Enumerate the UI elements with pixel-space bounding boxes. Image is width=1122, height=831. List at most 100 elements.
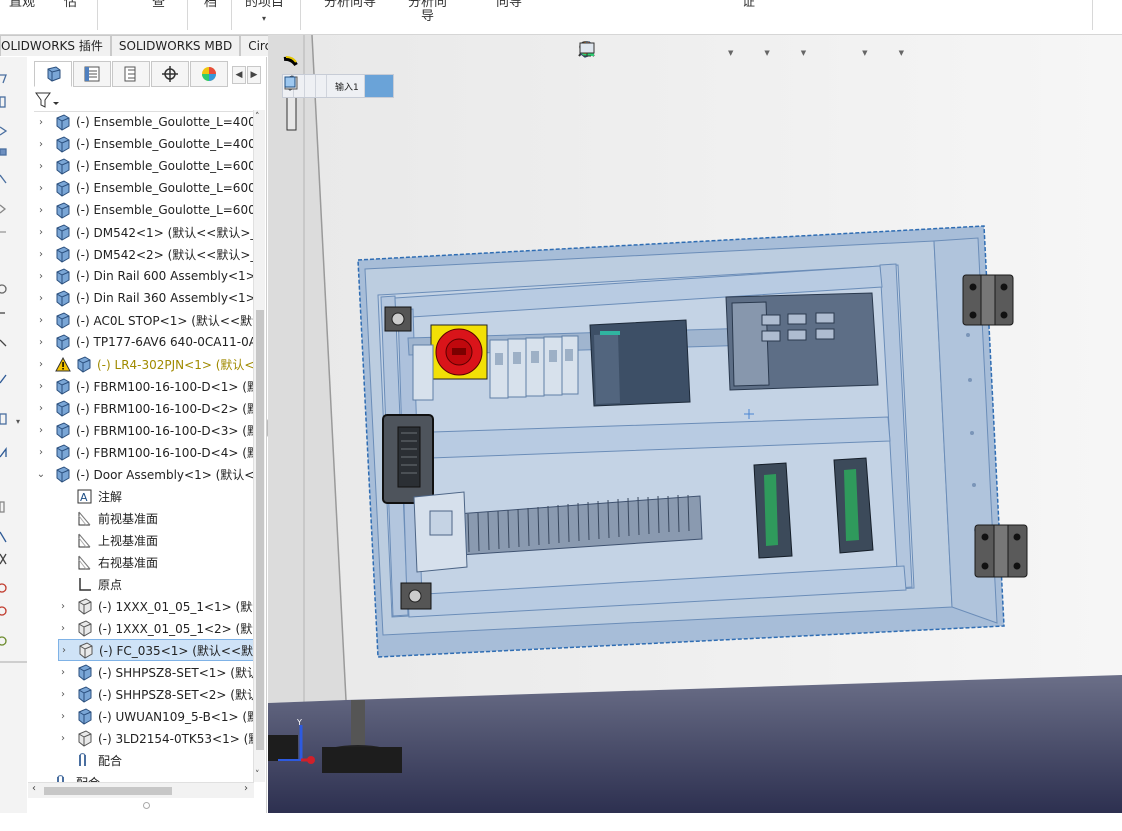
dropdown-arrow-icon[interactable]: ▼ [764, 49, 769, 57]
zoom-area-icon[interactable] [578, 41, 627, 64]
tree-item[interactable]: › (-) SHHPSZ8-SET<1> (默认 [58, 661, 254, 683]
ribbon-item[interactable]: 估 [64, 0, 77, 10]
expand-icon[interactable]: › [36, 139, 46, 150]
expand-icon[interactable]: › [36, 447, 46, 458]
tree-item[interactable]: › (-) FBRM100-16-100-D<2> (默 [36, 397, 254, 419]
tree-item[interactable]: › (-) 1XXX_01_05_1<1> (默认 [58, 595, 254, 617]
ribbon-item[interactable]: 档 [204, 0, 217, 10]
expand-icon[interactable]: › [58, 689, 68, 700]
previous-view-icon[interactable] [580, 42, 652, 64]
expand-icon[interactable]: › [36, 359, 46, 370]
tree-item[interactable]: › (-) Ensemble_Goulotte_L=600- [36, 199, 254, 221]
tree-item[interactable]: › (-) Din Rail 360 Assembly<1> [36, 287, 254, 309]
view-orientation-icon[interactable] [580, 41, 727, 64]
stepper-driver-1[interactable] [753, 462, 793, 559]
ribbon-item[interactable]: 向导 [496, 0, 522, 10]
collapse-icon[interactable]: ⌄ [36, 469, 46, 480]
expand-icon[interactable]: › [36, 249, 46, 260]
expand-icon[interactable]: › [58, 711, 68, 722]
graphics-viewport[interactable]: Y ▼ ▼ ▼ ▼ ▼ 输入1 [268, 35, 1122, 813]
model-view[interactable]: Y [268, 35, 1122, 813]
expand-icon[interactable]: › [36, 161, 46, 172]
expand-icon[interactable]: › [36, 337, 46, 348]
tab-solidworks-addins[interactable]: OLIDWORKS 插件 [0, 35, 111, 56]
tree-item[interactable]: › (-) FBRM100-16-100-D<3> (默 [36, 419, 254, 441]
breadcrumb-current[interactable] [284, 75, 393, 97]
left-toolbar-icons[interactable]: ▾ [0, 57, 27, 813]
ribbon-item[interactable]: 分析向导 [324, 0, 376, 10]
tree-horizontal-scrollbar[interactable]: ‹ › [28, 782, 254, 798]
expand-icon[interactable]: › [58, 733, 68, 744]
dropdown-arrow-icon[interactable]: ▼ [801, 49, 806, 57]
tree-item[interactable]: › (-) Ensemble_Goulotte_L=400- [36, 133, 254, 155]
expand-icon[interactable]: › [58, 623, 68, 634]
hinge-top[interactable] [962, 274, 1014, 326]
dropdown-arrow-icon[interactable]: ▼ [728, 49, 733, 57]
property-manager-tab[interactable] [73, 61, 111, 87]
tab-solidworks-mbd[interactable]: SOLIDWORKS MBD [110, 35, 241, 56]
tree-item[interactable]: ⌄ (-) Door Assembly<1> (默认< [36, 463, 254, 485]
expand-icon[interactable]: › [36, 183, 46, 194]
scroll-thumb[interactable] [44, 787, 172, 795]
stepper-driver-2[interactable] [833, 457, 874, 554]
section-view-icon[interactable] [580, 41, 677, 64]
tree-item[interactable]: › (-) Ensemble_Goulotte_L=600- [36, 155, 254, 177]
expand-icon[interactable]: › [36, 271, 46, 282]
tab-scroll-left-button[interactable]: ◀ [232, 66, 246, 84]
expand-icon[interactable]: › [36, 117, 46, 128]
view-settings-icon[interactable] [579, 42, 898, 64]
apply-scene-icon[interactable] [580, 42, 861, 64]
tree-vertical-scrollbar[interactable]: ˄ ˅ [253, 110, 265, 782]
expand-icon[interactable]: › [36, 293, 46, 304]
tab-scroll-right-button[interactable]: ▶ [247, 66, 261, 84]
tree-item[interactable]: 右视基准面 [58, 551, 158, 573]
expand-icon[interactable]: › [59, 645, 69, 656]
tree-item[interactable]: › (-) FC_035<1> (默认<<默认 [58, 639, 254, 661]
scroll-left-icon[interactable]: ‹ [32, 783, 36, 794]
expand-icon[interactable]: › [58, 601, 68, 612]
breadcrumb-item[interactable]: 输入1 [284, 75, 365, 97]
tree-item[interactable]: › (-) DM542<1> (默认<<默认>_ [36, 221, 254, 243]
tree-item[interactable]: › (-) UWUAN109_5-B<1> (默 [58, 705, 254, 727]
ribbon-item[interactable]: 直观 [9, 0, 35, 10]
expand-icon[interactable]: › [36, 205, 46, 216]
dropdown-arrow-icon[interactable]: ▼ [862, 49, 867, 57]
breadcrumb-item[interactable] [284, 75, 327, 97]
tree-item[interactable]: › (-) SHHPSZ8-SET<2> (默认 [58, 683, 254, 705]
tree-item[interactable]: › (-) 3LD2154-0TK53<1> (默 [58, 727, 254, 749]
filter-icon[interactable] [34, 90, 62, 110]
tree-item[interactable]: › (-) 1XXX_01_05_1<2> (默认 [58, 617, 254, 639]
tree-item[interactable]: › (-) FBRM100-16-100-D<1> (默 [36, 375, 254, 397]
display-style-icon[interactable] [580, 41, 763, 64]
door-assembly[interactable] [357, 225, 1005, 658]
expand-icon[interactable]: › [36, 425, 46, 436]
feature-manager-tab[interactable] [34, 61, 72, 87]
expand-icon[interactable]: › [36, 403, 46, 414]
tree-item[interactable]: 原点 [58, 573, 122, 595]
tree-item[interactable]: › (-) AC0L STOP<1> (默认<<默认 [36, 309, 254, 331]
dropdown-arrow-icon[interactable]: ▼ [899, 49, 904, 57]
scroll-down-icon[interactable]: ˅ [255, 770, 260, 780]
ribbon-item[interactable]: 证 [742, 0, 755, 10]
tree-item[interactable]: › (-) FBRM100-16-100-D<4> (默 [36, 441, 254, 463]
hinge-bottom[interactable] [974, 524, 1028, 578]
edit-appearance-icon[interactable] [580, 42, 836, 64]
display-manager-tab[interactable] [190, 61, 228, 87]
expand-icon[interactable]: › [36, 315, 46, 326]
expand-icon[interactable]: › [36, 227, 46, 238]
tree-item[interactable]: › (-) LR4-302PJN<1> (默认< [36, 353, 254, 375]
dropdown-arrow-icon[interactable]: ▾ [262, 14, 266, 23]
tree-item[interactable]: › (-) Din Rail 600 Assembly<1> [36, 265, 254, 287]
scroll-right-icon[interactable]: › [244, 783, 248, 794]
dynamic-annotation-icon[interactable] [580, 41, 702, 64]
tree-item[interactable]: › (-) Ensemble_Goulotte_L=400- [36, 111, 254, 133]
breadcrumb-item[interactable] [284, 75, 316, 97]
ribbon-item[interactable]: 的项目 [245, 0, 284, 10]
resize-handle[interactable] [143, 802, 150, 809]
tree-item[interactable]: › (-) Ensemble_Goulotte_L=600- [36, 177, 254, 199]
dimxpert-tab[interactable] [151, 61, 189, 87]
ribbon-item[interactable]: 分析向 导 [408, 0, 447, 24]
scroll-up-icon[interactable]: ˄ [255, 112, 260, 122]
hide-show-icon[interactable] [579, 42, 800, 64]
tree-filter[interactable] [34, 90, 263, 112]
